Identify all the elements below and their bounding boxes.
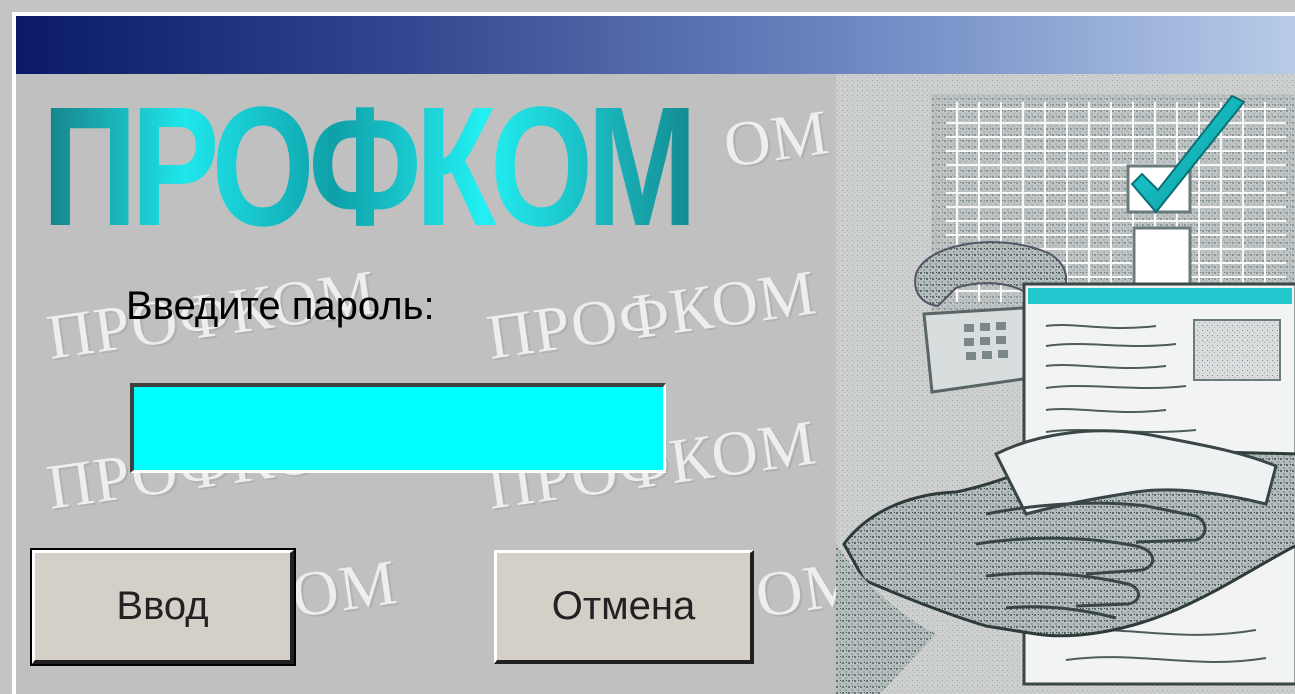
watermark-text: ОМ xyxy=(287,546,402,631)
password-input[interactable] xyxy=(130,383,666,473)
cancel-button[interactable]: Отмена xyxy=(494,550,754,664)
watermark-text: ПРОФКОМ xyxy=(482,256,821,373)
handshake-checklist-phone-icon xyxy=(836,74,1295,694)
enter-button[interactable]: Ввод xyxy=(30,548,296,666)
login-dialog: ОМ ПРОФКОМ ПРОФКОМ ПРОФКОМ ПРОФКОМ ОМ ОМ… xyxy=(12,12,1295,694)
title-bar[interactable] xyxy=(16,16,1295,74)
password-prompt-label: Введите пароль: xyxy=(126,284,435,328)
watermark-text: ОМ xyxy=(719,96,834,181)
profkom-logo: ПРОФКОМ xyxy=(42,72,697,262)
